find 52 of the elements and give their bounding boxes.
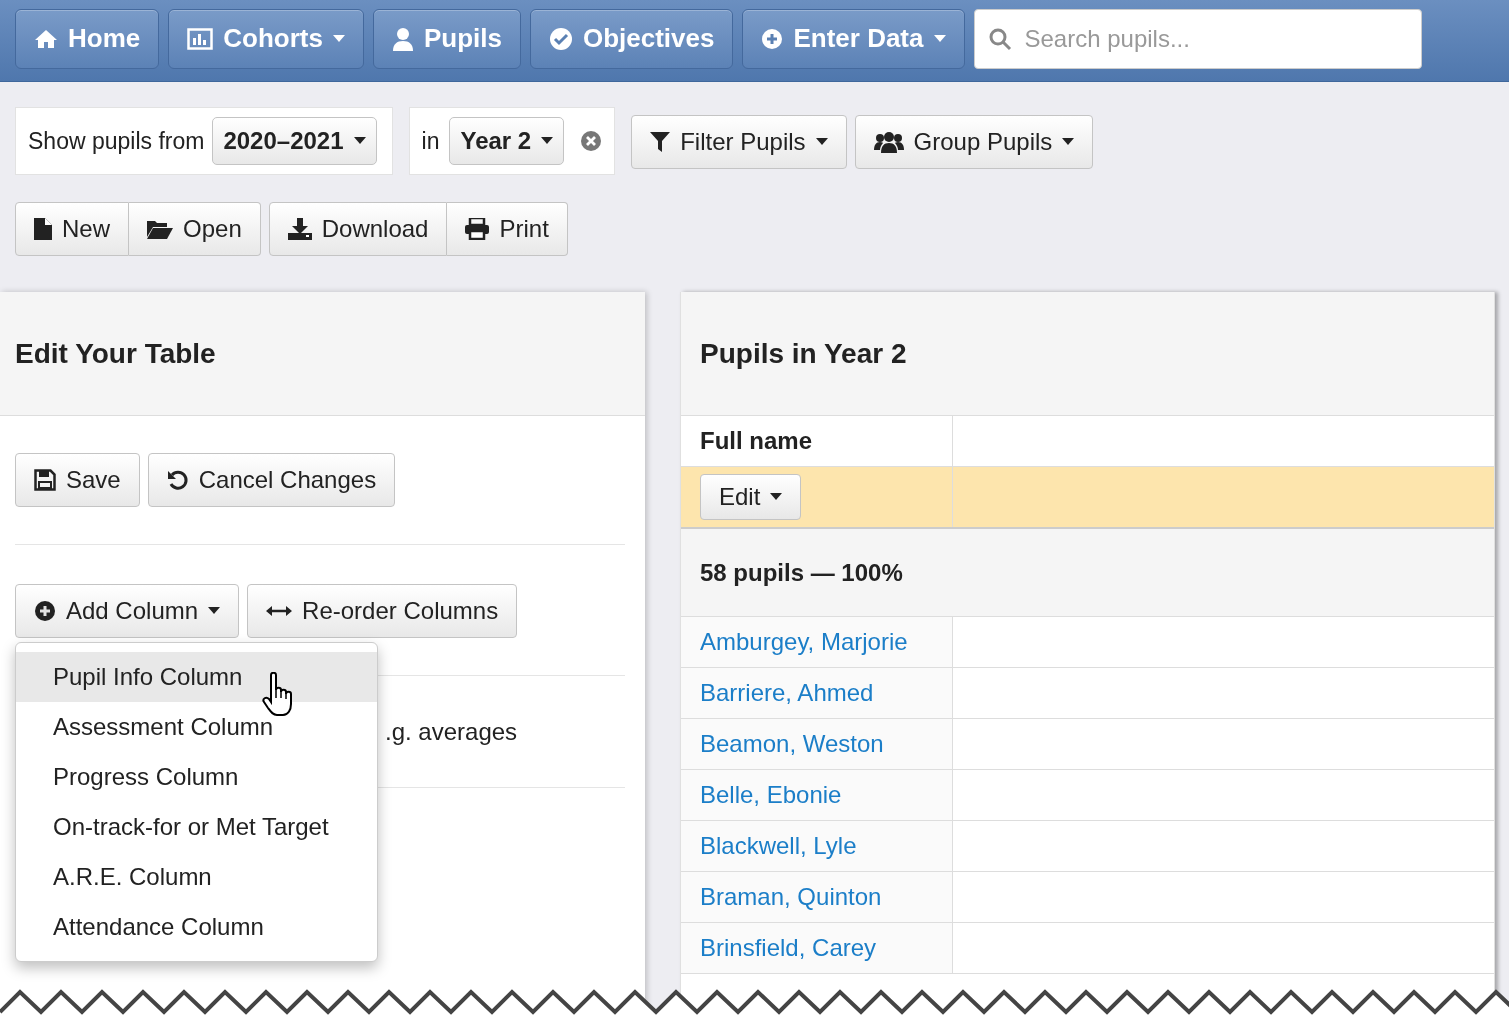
person-icon xyxy=(391,26,414,51)
save-icon xyxy=(34,469,56,491)
menu-item[interactable]: A.R.E. Column xyxy=(16,852,377,902)
plus-circle-icon xyxy=(761,27,784,50)
filter-label: Show pupils from xyxy=(28,126,205,156)
cancel-button[interactable]: Cancel Changes xyxy=(147,453,396,507)
filter-icon xyxy=(650,132,671,152)
caret-icon xyxy=(353,137,366,145)
caret-icon xyxy=(770,493,783,501)
caret-icon xyxy=(1062,138,1075,146)
year-dropdown[interactable]: 2020–2021 xyxy=(212,117,377,165)
menu-item[interactable]: Pupil Info Column xyxy=(16,652,377,702)
check-circle-icon xyxy=(548,26,573,51)
file-icon xyxy=(34,218,52,240)
edit-button[interactable]: Edit xyxy=(700,474,802,520)
dropdown-button[interactable]: Group Pupils xyxy=(854,115,1094,169)
caret-icon xyxy=(933,34,946,43)
download-icon xyxy=(287,218,312,240)
group-icon xyxy=(873,131,904,153)
toolbar-button[interactable]: Print xyxy=(447,202,568,256)
printer-icon xyxy=(465,218,490,240)
summary-text: 58 pupils — 100% xyxy=(700,557,903,588)
filter-label: in xyxy=(421,126,440,156)
column-header: Full name xyxy=(700,426,813,456)
toolbar-button[interactable]: Download xyxy=(268,202,448,256)
plus-circle-icon xyxy=(34,600,56,622)
caret-icon xyxy=(815,138,828,146)
search-field[interactable]: Search pupils... xyxy=(973,8,1422,69)
menu-item[interactable]: Attendance Column xyxy=(16,902,377,952)
save-button[interactable]: Save xyxy=(15,453,140,507)
bar-chart-icon xyxy=(187,27,214,50)
folder-icon xyxy=(147,219,173,239)
menu-item[interactable]: On-track-for or Met Target xyxy=(16,802,377,852)
caret-icon xyxy=(541,137,554,145)
group-dropdown[interactable]: Year 2 xyxy=(449,117,565,165)
search-icon xyxy=(987,26,1012,51)
arrows-icon xyxy=(266,605,293,617)
clear-button[interactable] xyxy=(580,130,603,152)
dropdown-button[interactable]: Filter Pupils xyxy=(631,115,847,169)
caret-icon xyxy=(332,34,345,43)
caret-icon xyxy=(208,607,221,615)
home-icon xyxy=(34,28,58,49)
toolbar-button[interactable]: New xyxy=(15,202,129,256)
menu-item[interactable]: Progress Column xyxy=(16,752,377,802)
panel-title: Pupils in Year 2 xyxy=(700,336,907,371)
add-column-button[interactable]: Add Column xyxy=(15,584,240,638)
undo-icon xyxy=(166,469,189,491)
panel-title: Edit Your Table xyxy=(15,336,216,371)
toolbar-button[interactable]: Open xyxy=(129,202,261,256)
option-label: .g. averages xyxy=(385,716,518,747)
menu-item[interactable]: Assessment Column xyxy=(16,702,377,752)
reorder-button[interactable]: Re-order Columns xyxy=(247,584,518,638)
